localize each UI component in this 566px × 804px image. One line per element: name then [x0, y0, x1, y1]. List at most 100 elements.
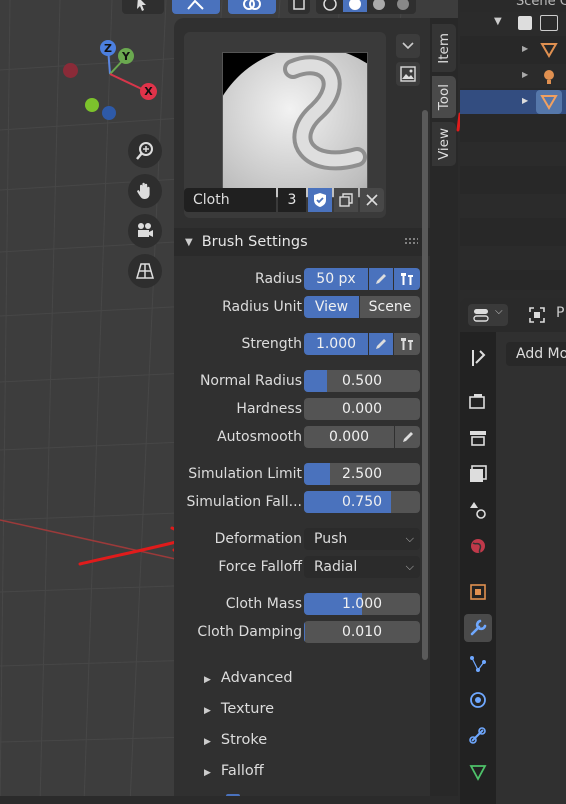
- transform-orientation-dropdown[interactable]: [172, 0, 220, 14]
- tab-output[interactable]: [464, 424, 492, 452]
- chevron-down-icon: ⌵: [495, 306, 503, 317]
- navigation-gizmo[interactable]: Z Y X: [58, 34, 168, 124]
- custom-icon-button[interactable]: [396, 62, 420, 86]
- falloff-label: Falloff: [220, 763, 264, 779]
- gizmo-y-ball[interactable]: Y: [118, 48, 134, 64]
- outliner-collection-row[interactable]: ▼: [460, 12, 566, 36]
- xray-toggle[interactable]: [288, 0, 310, 14]
- advanced-subpanel[interactable]: ▶ Advanced: [204, 670, 293, 686]
- expand-triangle-icon: ▼: [494, 16, 502, 27]
- cloth-mass-slider[interactable]: 1.000: [304, 593, 420, 615]
- tab-render[interactable]: [464, 388, 492, 416]
- gizmo-neg-x-ball[interactable]: [63, 63, 78, 78]
- gizmo-neg-y-ball[interactable]: [85, 98, 99, 112]
- unlink-brush-button[interactable]: [360, 188, 384, 212]
- outliner-camera-row[interactable]: ▶: [460, 38, 566, 62]
- simulation-limit-slider[interactable]: 2.500: [304, 463, 420, 485]
- camera-icon: [138, 223, 153, 237]
- object-icon: [470, 584, 486, 600]
- xray-icon: [293, 0, 305, 10]
- stroke-subpanel[interactable]: ▶ Stroke: [204, 732, 267, 748]
- brush-name-field[interactable]: Cloth: [184, 188, 276, 212]
- autosmooth-pressure-toggle[interactable]: [395, 426, 420, 448]
- sidebar-scrollbar[interactable]: [422, 110, 428, 660]
- radius-unified-toggle[interactable]: [394, 268, 420, 290]
- brush-preview-dropdown[interactable]: [396, 34, 420, 58]
- outliner-mesh-row-selected[interactable]: ▶: [460, 90, 566, 114]
- hardness-value: 0.000: [341, 401, 383, 417]
- simulation-falloff-slider[interactable]: 0.750: [304, 491, 420, 513]
- deformation-dropdown[interactable]: Push ⌵: [304, 528, 420, 550]
- wrench-screwdriver-icon: [472, 350, 486, 366]
- normal-radius-slider[interactable]: 0.500: [304, 370, 420, 392]
- strength-value: 1.000: [315, 336, 357, 352]
- tab-item[interactable]: Item: [432, 24, 456, 72]
- zoom-button[interactable]: [128, 134, 162, 168]
- simulation-limit-value: 2.500: [341, 466, 383, 482]
- tab-world[interactable]: [464, 532, 492, 560]
- gizmo-x-ball[interactable]: X: [140, 83, 157, 100]
- tab-scene[interactable]: [464, 496, 492, 524]
- tab-object[interactable]: [464, 578, 492, 606]
- deformation-label: Deformation: [214, 531, 302, 547]
- add-modifier-dropdown[interactable]: Add Mo: [506, 342, 566, 366]
- outliner-empty-row: [460, 168, 566, 192]
- viewport-bottom-edge: [0, 796, 458, 804]
- tab-tool-settings[interactable]: [464, 344, 492, 372]
- radius-field[interactable]: 50 px: [304, 268, 368, 290]
- radius-unit-view-option[interactable]: View: [304, 296, 359, 318]
- close-icon: [366, 194, 378, 206]
- tab-view-layer[interactable]: [464, 460, 492, 488]
- brush-settings-header[interactable]: ▼ Brush Settings: [174, 228, 430, 256]
- tab-particles[interactable]: [464, 650, 492, 678]
- radius-pressure-toggle[interactable]: [369, 268, 393, 290]
- perspective-toggle-button[interactable]: [128, 254, 162, 288]
- tab-tool-label: Tool: [436, 83, 452, 111]
- simulation-falloff-label: Simulation Fall...: [186, 494, 303, 510]
- texture-subpanel[interactable]: ▶ Texture: [204, 701, 274, 717]
- tab-constraints[interactable]: [464, 722, 492, 750]
- select-tool-dropdown[interactable]: [122, 0, 164, 14]
- hardness-slider[interactable]: 0.000: [304, 398, 420, 420]
- brush-users-count[interactable]: 3: [278, 188, 306, 212]
- collapsed-triangle-icon: ▶: [204, 706, 211, 716]
- editor-type-dropdown[interactable]: ⌵: [468, 304, 508, 326]
- force-falloff-dropdown[interactable]: Radial ⌵: [304, 556, 420, 578]
- radius-unit-scene-option[interactable]: Scene: [360, 296, 420, 318]
- gizmo-z-ball[interactable]: Z: [100, 40, 116, 56]
- tab-object-data[interactable]: [464, 758, 492, 786]
- overlays-dropdown[interactable]: [228, 0, 276, 14]
- collapsed-triangle-icon: ▶: [522, 70, 529, 79]
- strength-field[interactable]: 1.000: [304, 333, 368, 355]
- pin-frame-icon[interactable]: [528, 306, 546, 324]
- drag-grip-icon[interactable]: [404, 237, 418, 245]
- duplicate-brush-button[interactable]: [334, 188, 358, 212]
- brush-preview-image[interactable]: [222, 52, 368, 198]
- tab-modifiers[interactable]: [464, 614, 492, 642]
- pen-icon: [376, 339, 386, 349]
- strength-unified-toggle[interactable]: [394, 333, 420, 355]
- falloff-subpanel[interactable]: ▶ Falloff: [204, 763, 264, 779]
- tab-physics[interactable]: [464, 686, 492, 714]
- strength-pressure-toggle[interactable]: [369, 333, 393, 355]
- autosmooth-slider[interactable]: 0.000: [304, 426, 394, 448]
- tab-material[interactable]: [464, 794, 492, 804]
- mesh-object-icon: [540, 95, 558, 110]
- fake-user-button[interactable]: [308, 188, 332, 212]
- shield-icon: [314, 193, 326, 207]
- camera-view-button[interactable]: [128, 214, 162, 248]
- shading-mode-group[interactable]: [316, 0, 416, 14]
- cloth-damping-value: 0.010: [341, 624, 383, 640]
- pan-button[interactable]: [128, 174, 162, 208]
- modifier-properties: Add Mo: [496, 332, 566, 804]
- tab-item-label: Item: [436, 32, 452, 64]
- copy-icon: [339, 193, 353, 207]
- cloth-mass-value: 1.000: [341, 596, 383, 612]
- brush-datablock-row: Cloth 3: [184, 188, 386, 212]
- cloth-brush-thumbnail: [223, 53, 367, 197]
- gizmo-neg-z-ball[interactable]: [102, 106, 116, 120]
- checkbox-icon[interactable]: [518, 16, 532, 30]
- cloth-damping-slider[interactable]: 0.010: [304, 621, 420, 643]
- radius-unit-view-text: View: [314, 299, 349, 315]
- outliner-light-row[interactable]: ▶: [460, 64, 566, 88]
